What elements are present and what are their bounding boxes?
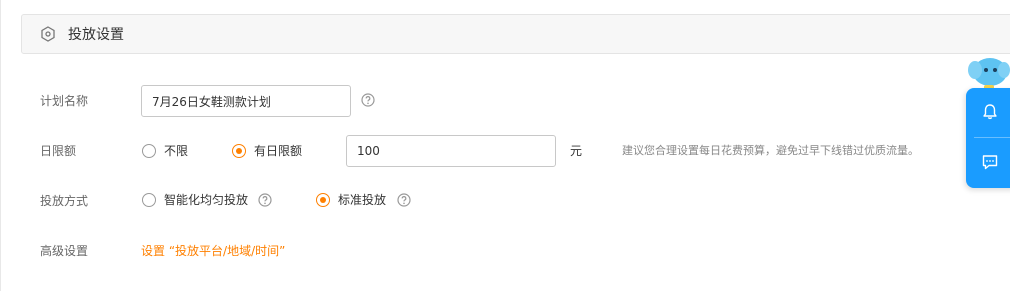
- advanced-settings-label: 高级设置: [40, 244, 89, 258]
- panel-divider: [974, 137, 1010, 138]
- radio-daily-limit-label: 有日限额: [254, 144, 303, 158]
- radio-standard-delivery-indicator[interactable]: [316, 193, 330, 207]
- plan-name-label: 计划名称: [40, 94, 89, 108]
- radio-unlimited[interactable]: 不限: [142, 143, 188, 159]
- daily-limit-hint: 建议您合理设置每日花费预算，避免过早下线错过优质流量。: [622, 144, 919, 157]
- daily-limit-label: 日限额: [40, 144, 77, 158]
- currency-unit: 元: [570, 144, 583, 158]
- radio-smooth-delivery[interactable]: 智能化均匀投放: [142, 192, 248, 208]
- radio-daily-limit-indicator[interactable]: [232, 144, 246, 158]
- radio-daily-limit[interactable]: 有日限额: [232, 143, 302, 159]
- chat-icon[interactable]: [980, 152, 1000, 172]
- radio-standard-delivery[interactable]: 标准投放: [316, 192, 386, 208]
- advanced-settings-link[interactable]: 设置 “投放平台/地域/时间”: [141, 242, 285, 260]
- radio-unlimited-indicator[interactable]: [142, 144, 156, 158]
- plan-name-input[interactable]: [141, 85, 351, 117]
- hexagon-icon: [41, 26, 55, 42]
- radio-unlimited-label: 不限: [164, 144, 189, 158]
- daily-amount-input[interactable]: [346, 135, 556, 167]
- section-title: 投放设置: [68, 27, 124, 43]
- delivery-method-label: 投放方式: [40, 194, 89, 208]
- floating-side-panel: [966, 88, 1010, 188]
- page-left-border: [0, 0, 1, 291]
- bell-icon[interactable]: [980, 102, 1000, 122]
- question-circle-icon[interactable]: [361, 93, 375, 107]
- radio-standard-delivery-label: 标准投放: [338, 193, 387, 207]
- radio-smooth-delivery-indicator[interactable]: [142, 193, 156, 207]
- radio-smooth-delivery-label: 智能化均匀投放: [164, 193, 249, 207]
- question-circle-icon[interactable]: [397, 193, 411, 207]
- question-circle-icon[interactable]: [258, 193, 272, 207]
- section-header: 投放设置: [21, 14, 1010, 54]
